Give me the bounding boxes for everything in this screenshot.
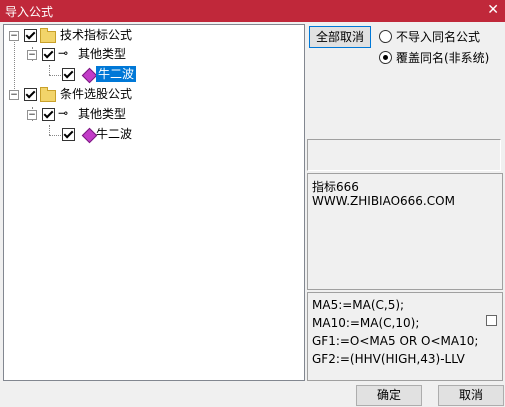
tree-node-label: 牛二波 xyxy=(96,127,133,141)
checkbox-checked[interactable] xyxy=(24,88,37,101)
window-title: 导入公式 xyxy=(5,5,54,19)
tree-node-label: 条件选股公式 xyxy=(60,87,133,101)
tree-node-formula[interactable]: 牛二波 xyxy=(4,66,304,84)
code-checkbox[interactable] xyxy=(486,315,497,326)
code-line: GF2:=(HHV(HIGH,43)-LLV xyxy=(312,352,465,366)
title-bar: 导入公式 ✕ xyxy=(0,0,505,22)
description-line: WWW.ZHIBIAO666.COM xyxy=(312,194,455,208)
description-line: 指标666 xyxy=(312,180,359,194)
key-icon: ⊸ xyxy=(58,106,69,120)
checkbox-checked[interactable] xyxy=(24,29,37,42)
tree-node-other-types[interactable]: − ⊸ 其他类型 xyxy=(4,46,304,64)
formula-code-box[interactable]: MA5:=MA(C,5); MA10:=MA(C,10); GF1:=O<MA5… xyxy=(307,292,503,381)
checkbox-checked[interactable] xyxy=(42,48,55,61)
code-line: GF1:=O<MA5 OR O<MA10; xyxy=(312,334,479,348)
collapse-icon[interactable]: − xyxy=(27,50,37,60)
radio-label-no-import-same: 不导入同名公式 xyxy=(396,30,481,44)
formula-icon xyxy=(81,127,98,144)
radio-no-import-same[interactable] xyxy=(379,30,392,43)
tree-node-label: 技术指标公式 xyxy=(60,28,133,42)
radio-overwrite-same[interactable] xyxy=(379,51,392,64)
tree-node-stock-select-formulas[interactable]: − 条件选股公式 xyxy=(4,86,304,104)
checkbox-checked[interactable] xyxy=(62,68,75,81)
formula-tree[interactable]: − 技术指标公式 − ⊸ 其他类型 牛二波 − 条件选股公式 − ⊸ 其他类型 … xyxy=(3,24,305,381)
formula-description-box: 指标666 WWW.ZHIBIAO666.COM xyxy=(307,173,503,290)
checkbox-checked[interactable] xyxy=(62,128,75,141)
radio-label-overwrite-same: 覆盖同名(非系统) xyxy=(396,51,490,65)
collapse-icon[interactable]: − xyxy=(27,110,37,120)
ok-button[interactable]: 确定 xyxy=(356,385,422,406)
folder-icon xyxy=(40,87,56,102)
tree-node-formula[interactable]: 牛二波 xyxy=(4,126,304,144)
code-line: MA10:=MA(C,10); xyxy=(312,316,420,330)
code-line: MA5:=MA(C,5); xyxy=(312,298,405,312)
checkbox-checked[interactable] xyxy=(42,108,55,121)
formula-icon xyxy=(81,67,98,84)
cancel-button[interactable]: 取消 xyxy=(438,385,504,406)
folder-icon xyxy=(40,28,56,43)
collapse-icon[interactable]: − xyxy=(9,90,19,100)
deselect-all-button[interactable]: 全部取消 xyxy=(309,26,371,48)
collapse-icon[interactable]: − xyxy=(9,31,19,41)
tree-node-other-types[interactable]: − ⊸ 其他类型 xyxy=(4,106,304,124)
empty-panel xyxy=(307,139,501,171)
key-icon: ⊸ xyxy=(58,46,69,60)
tree-node-label: 其他类型 xyxy=(78,47,127,61)
close-icon[interactable]: ✕ xyxy=(487,2,499,18)
tree-node-label: 其他类型 xyxy=(78,107,127,121)
tree-node-label: 牛二波 xyxy=(96,66,137,82)
tree-node-tech-formulas[interactable]: − 技术指标公式 xyxy=(4,27,304,45)
